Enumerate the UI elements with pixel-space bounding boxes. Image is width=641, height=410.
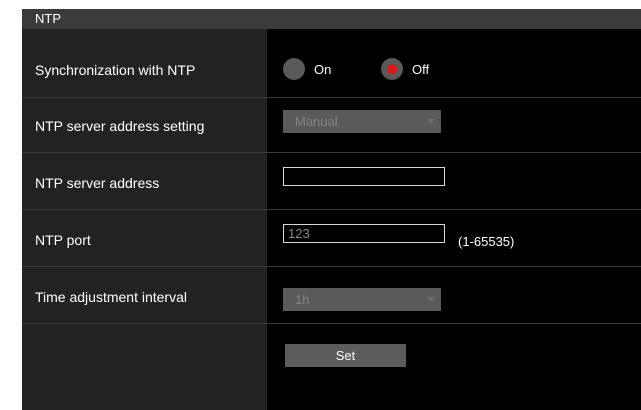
- row-divider: [22, 266, 641, 267]
- chevron-down-icon: [427, 119, 435, 124]
- row-divider: [22, 323, 641, 324]
- label-column: [22, 29, 267, 410]
- server-address-label: NTP server address: [35, 175, 160, 191]
- sync-label: Synchronization with NTP: [35, 62, 196, 78]
- radio-on-label: On: [314, 61, 332, 77]
- radio-on[interactable]: [283, 58, 305, 80]
- interval-label: Time adjustment interval: [35, 289, 187, 305]
- port-input[interactable]: 123: [283, 224, 445, 243]
- interval-select[interactable]: 1h: [283, 288, 441, 311]
- radio-off[interactable]: [381, 58, 403, 80]
- sync-on-option[interactable]: On: [283, 58, 331, 80]
- set-button[interactable]: Set: [285, 344, 406, 367]
- port-range-hint: (1-65535): [458, 234, 515, 249]
- server-setting-value: Manual: [295, 114, 338, 129]
- server-setting-label: NTP server address setting: [35, 118, 205, 134]
- row-divider: [22, 152, 641, 153]
- row-divider: [22, 97, 641, 98]
- server-setting-select[interactable]: Manual: [283, 110, 441, 133]
- radio-off-label: Off: [412, 61, 430, 77]
- server-address-input[interactable]: [283, 167, 445, 186]
- row-divider: [22, 209, 641, 210]
- chevron-down-icon: [427, 297, 435, 302]
- section-header: NTP: [22, 9, 641, 29]
- sync-off-option[interactable]: Off: [381, 58, 429, 80]
- section-title: NTP: [35, 11, 61, 26]
- interval-value: 1h: [295, 292, 310, 307]
- port-label: NTP port: [35, 232, 91, 248]
